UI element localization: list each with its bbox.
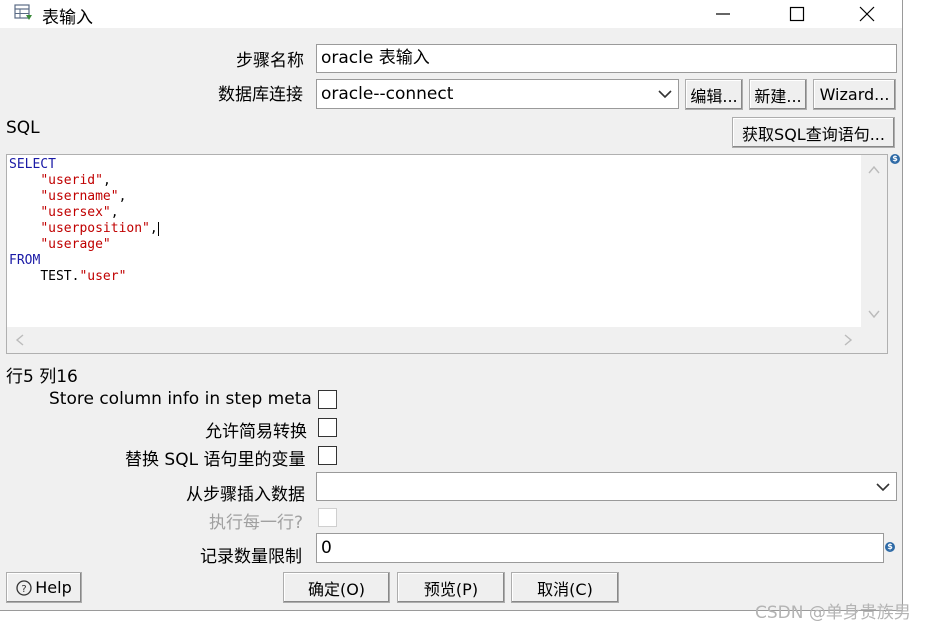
text-caret bbox=[157, 221, 159, 236]
table-input-icon bbox=[14, 4, 32, 20]
svg-text:?: ? bbox=[22, 584, 27, 595]
sql-keyword-from: FROM bbox=[9, 253, 41, 268]
help-icon: ? bbox=[16, 579, 32, 596]
vertical-scrollbar[interactable] bbox=[861, 155, 887, 327]
lazy-conversion-checkbox[interactable] bbox=[318, 418, 337, 437]
sql-keyword-select: SELECT bbox=[9, 157, 56, 172]
window-title: 表输入 bbox=[42, 8, 93, 28]
lazy-conversion-label: 允许简易转换 bbox=[205, 422, 307, 442]
limit-input[interactable]: 0 bbox=[316, 533, 884, 563]
preview-button[interactable]: 预览(P) bbox=[397, 572, 505, 603]
variable-icon: $ bbox=[890, 154, 900, 164]
title-bar: 表输入 bbox=[0, 0, 902, 28]
db-connection-label: 数据库连接 bbox=[218, 85, 303, 105]
step-name-input[interactable]: oracle 表输入 bbox=[316, 44, 897, 73]
store-column-label: Store column info in step meta bbox=[49, 389, 312, 409]
sql-column-usersex: "usersex" bbox=[40, 205, 111, 220]
minimize-icon bbox=[716, 13, 730, 15]
help-button[interactable]: ? Help bbox=[6, 572, 82, 603]
new-connection-button[interactable]: 新建... bbox=[749, 79, 807, 110]
variable-icon: $ bbox=[885, 542, 895, 552]
db-connection-select[interactable]: oracle--connect bbox=[316, 79, 679, 109]
db-connection-value: oracle--connect bbox=[321, 84, 454, 104]
ok-button[interactable]: 确定(O) bbox=[283, 572, 390, 603]
sql-editor[interactable]: SELECT "userid", "username", "usersex", … bbox=[6, 154, 888, 354]
maximize-icon bbox=[789, 6, 805, 22]
get-sql-button[interactable]: 获取SQL查询语句... bbox=[732, 117, 895, 148]
insert-from-step-select[interactable] bbox=[316, 472, 897, 501]
chevron-down-icon bbox=[876, 473, 890, 500]
execute-each-row-checkbox[interactable] bbox=[318, 508, 337, 527]
step-name-label: 步骤名称 bbox=[236, 51, 304, 71]
chevron-down-icon bbox=[658, 80, 672, 108]
maximize-button[interactable] bbox=[774, 0, 820, 28]
close-button[interactable] bbox=[844, 0, 890, 28]
sql-column-userposition: "userposition" bbox=[40, 221, 150, 236]
sql-label: SQL bbox=[6, 118, 40, 138]
insert-from-step-label: 从步骤插入数据 bbox=[186, 485, 305, 505]
replace-variables-label: 替换 SQL 语句里的变量 bbox=[125, 450, 306, 470]
sql-column-username: "username" bbox=[40, 189, 119, 204]
sql-schema: TEST. bbox=[40, 269, 80, 284]
limit-label: 记录数量限制 bbox=[200, 547, 302, 567]
table-input-dialog: 表输入 步骤名称 oracle 表输入 数据库连接 oracle--connec… bbox=[0, 0, 903, 611]
watermark: CSDN @单身贵族男 bbox=[755, 603, 911, 623]
scroll-corner bbox=[861, 327, 887, 353]
replace-variables-checkbox[interactable] bbox=[318, 446, 337, 465]
cursor-position-status: 行5 列16 bbox=[6, 367, 78, 387]
edit-connection-button[interactable]: 编辑... bbox=[685, 79, 743, 110]
store-column-checkbox[interactable] bbox=[318, 390, 337, 409]
sql-code[interactable]: SELECT "userid", "username", "usersex", … bbox=[9, 157, 159, 285]
wizard-button[interactable]: Wizard... bbox=[813, 79, 896, 110]
cancel-button[interactable]: 取消(C) bbox=[511, 572, 619, 603]
close-icon bbox=[859, 6, 875, 22]
scroll-lr-arrows-icon bbox=[15, 334, 853, 346]
sql-column-userage: "userage" bbox=[40, 237, 111, 252]
horizontal-scrollbar[interactable] bbox=[7, 327, 862, 353]
help-button-label: Help bbox=[35, 578, 72, 597]
sql-table: "user" bbox=[79, 269, 127, 284]
sql-column-userid: "userid" bbox=[40, 173, 103, 188]
scroll-arrows-icon bbox=[868, 165, 880, 319]
minimize-button[interactable] bbox=[700, 0, 746, 28]
execute-each-row-label: 执行每一行? bbox=[209, 513, 304, 533]
